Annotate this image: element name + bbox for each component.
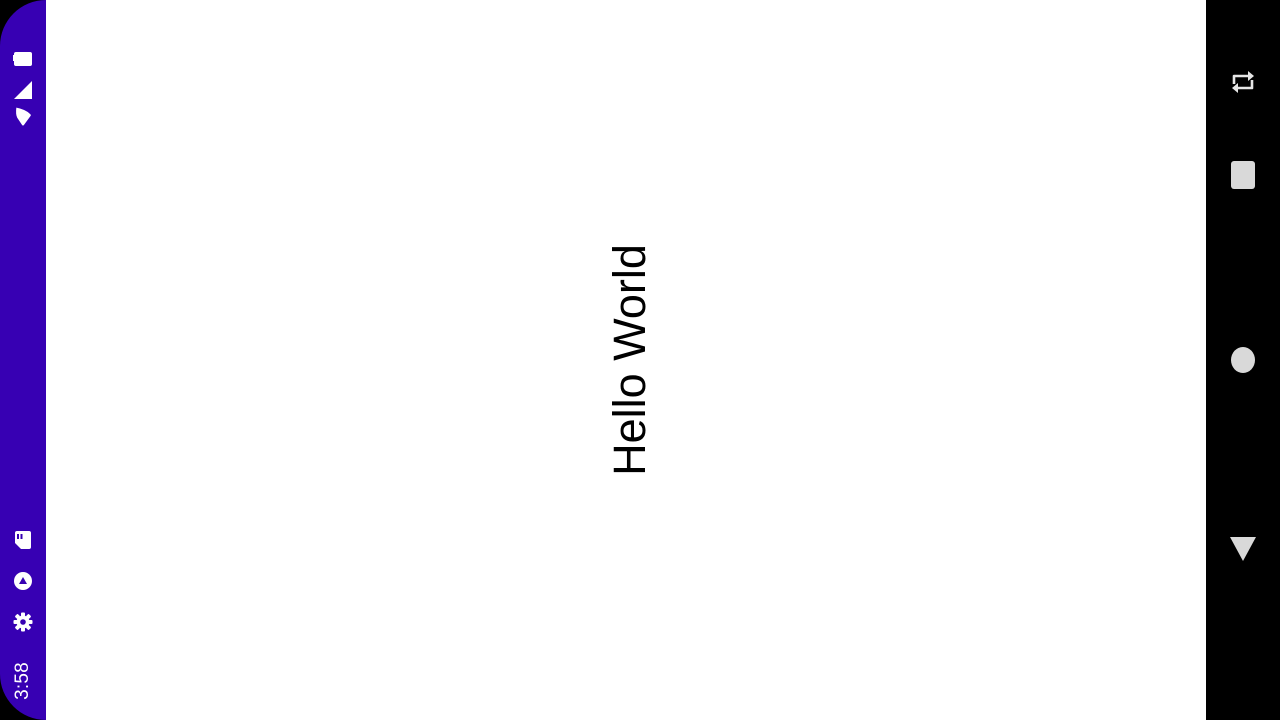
app-content: Hello World — [46, 0, 1206, 720]
device-screen: 3:58 Hello World — [0, 0, 1280, 720]
battery-icon — [13, 52, 32, 66]
recents-button[interactable] — [1225, 157, 1261, 193]
rotate-button[interactable] — [1225, 64, 1261, 100]
back-triangle-icon — [1230, 537, 1256, 561]
recents-square-icon — [1231, 161, 1255, 189]
status-bar: 3:58 — [0, 0, 46, 720]
sd-card-icon — [15, 531, 31, 549]
play-store-icon — [14, 572, 32, 590]
cell-signal-icon — [14, 81, 32, 99]
home-circle-icon — [1231, 347, 1255, 373]
settings-icon — [13, 612, 33, 632]
wifi-icon — [16, 107, 31, 126]
home-button[interactable] — [1225, 342, 1261, 378]
rotate-icon — [1232, 71, 1254, 93]
hello-world-text: Hello World — [604, 244, 655, 476]
navigation-bar — [1206, 0, 1280, 720]
status-clock: 3:58 — [12, 662, 33, 700]
back-button[interactable] — [1225, 530, 1261, 566]
